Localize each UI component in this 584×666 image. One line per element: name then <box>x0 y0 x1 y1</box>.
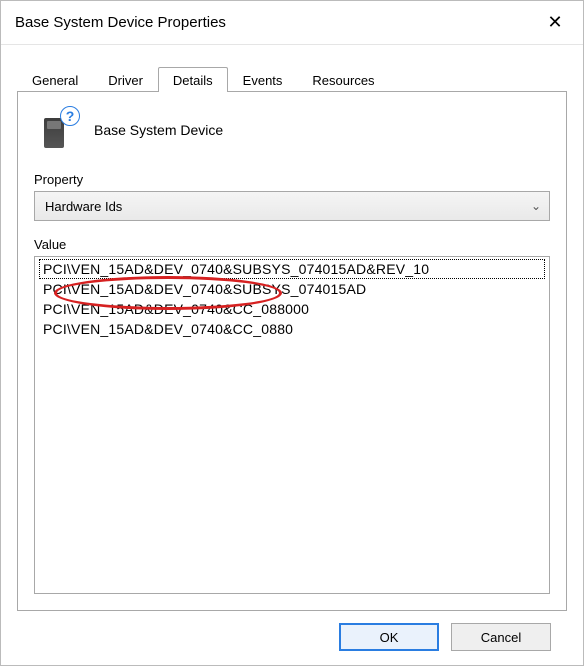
tab-general[interactable]: General <box>17 67 93 92</box>
chevron-down-icon: ⌄ <box>531 199 541 213</box>
property-dropdown[interactable]: Hardware Ids ⌄ <box>34 191 550 221</box>
titlebar: Base System Device Properties ✕ <box>1 1 583 45</box>
tab-body: ? Base System Device Property Hardware I… <box>17 92 567 611</box>
list-item[interactable]: PCI\VEN_15AD&DEV_0740&SUBSYS_074015AD <box>39 279 545 299</box>
tab-driver[interactable]: Driver <box>93 67 158 92</box>
tab-resources[interactable]: Resources <box>297 67 389 92</box>
tabstrip: General Driver Details Events Resources <box>17 63 567 92</box>
value-listbox[interactable]: PCI\VEN_15AD&DEV_0740&SUBSYS_074015AD&RE… <box>34 256 550 594</box>
question-badge-icon: ? <box>60 106 80 126</box>
dialog-window: Base System Device Properties ✕ General … <box>0 0 584 666</box>
dialog-content: General Driver Details Events Resources … <box>1 45 583 665</box>
device-icon: ? <box>38 110 78 150</box>
list-item[interactable]: PCI\VEN_15AD&DEV_0740&CC_0880 <box>39 319 545 339</box>
device-header: ? Base System Device <box>34 110 550 150</box>
window-title: Base System Device Properties <box>15 14 226 31</box>
property-label: Property <box>34 172 550 187</box>
close-icon[interactable]: ✕ <box>531 1 579 45</box>
cancel-button[interactable]: Cancel <box>451 623 551 651</box>
list-item[interactable]: PCI\VEN_15AD&DEV_0740&SUBSYS_074015AD&RE… <box>39 259 545 279</box>
tab-details[interactable]: Details <box>158 67 228 92</box>
ok-button[interactable]: OK <box>339 623 439 651</box>
property-selected: Hardware Ids <box>45 199 122 214</box>
value-label: Value <box>34 237 550 252</box>
list-item[interactable]: PCI\VEN_15AD&DEV_0740&CC_088000 <box>39 299 545 319</box>
dialog-buttons: OK Cancel <box>17 611 567 665</box>
device-name: Base System Device <box>94 122 223 138</box>
tab-events[interactable]: Events <box>228 67 298 92</box>
